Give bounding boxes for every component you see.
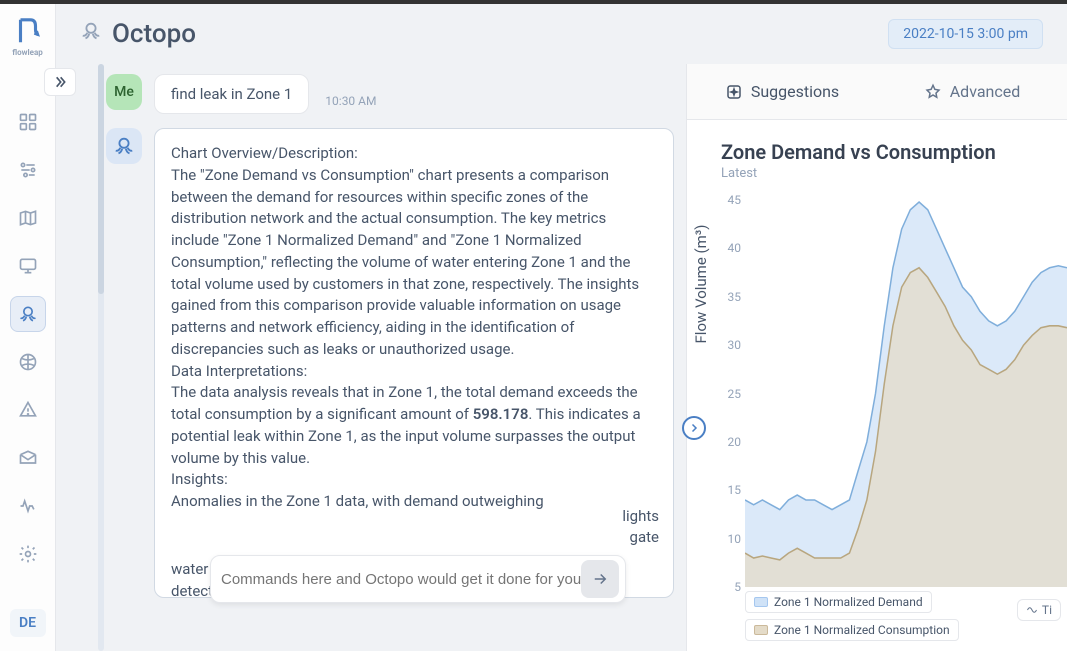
user-message-row: Me find leak in Zone 1 10:30 AM [106, 74, 674, 114]
nav-octopo[interactable] [10, 296, 46, 332]
text-fragment: gate [630, 527, 659, 549]
chart-subtitle: Latest [721, 166, 1053, 181]
right-pane: Suggestions Advanced Zone Demand vs Cons… [686, 64, 1067, 651]
nav-monitor[interactable] [10, 248, 46, 284]
nav-pulse[interactable] [10, 488, 46, 524]
text-fragment: lights [622, 506, 659, 528]
chart-legend: Zone 1 Normalized Demand Zone 1 Normaliz… [745, 591, 967, 641]
star-icon [924, 83, 942, 101]
nav-sliders[interactable] [10, 152, 46, 188]
legend-item[interactable]: Zone 1 Normalized Demand [745, 591, 932, 613]
tab-advanced[interactable]: Advanced [877, 64, 1067, 119]
nav-map[interactable] [10, 200, 46, 236]
tab-bar: Suggestions Advanced [687, 64, 1067, 120]
chart-tool-button[interactable]: Ti [1017, 599, 1061, 621]
legend-item[interactable]: Zone 1 Normalized Consumption [745, 619, 959, 641]
y-tick: 25 [719, 387, 741, 401]
timestamp-badge: 2022-10-15 3:00 pm [888, 19, 1043, 49]
y-tick: 10 [719, 532, 741, 546]
command-input-bar [210, 555, 626, 603]
bot-message-row: Chart Overview/Description: The "Zone De… [106, 128, 674, 598]
pane-expand-button[interactable] [682, 416, 706, 440]
y-tick: 45 [719, 193, 741, 207]
y-axis-label: Flow Volume (m³) [692, 224, 710, 343]
message-time: 10:30 AM [325, 94, 376, 114]
y-tick: 40 [719, 241, 741, 255]
sparkle-icon [725, 83, 743, 101]
wave-icon [1026, 604, 1038, 616]
nav-mail[interactable] [10, 440, 46, 476]
y-tick: 35 [719, 290, 741, 304]
language-toggle[interactable]: DE [10, 609, 46, 637]
nav-leaf[interactable] [10, 344, 46, 380]
chart-plot[interactable]: Flow Volume (m³) 51015202530354045 [745, 200, 1067, 587]
chart-title: Zone Demand vs Consumption [721, 140, 1053, 164]
y-tick: 20 [719, 435, 741, 449]
sidebar-expand-button[interactable] [44, 68, 76, 96]
chat-pane: Me find leak in Zone 1 10:30 AM Chart Ov… [56, 64, 686, 651]
y-tick: 5 [719, 580, 741, 594]
nav-settings[interactable] [10, 536, 46, 572]
octopus-icon [80, 19, 102, 49]
command-input[interactable] [221, 571, 581, 588]
tab-suggestions[interactable]: Suggestions [687, 64, 877, 119]
chart-container: Zone Demand vs Consumption Latest Flow V… [687, 120, 1067, 651]
sidebar: flowleap DE [0, 4, 56, 651]
user-message: find leak in Zone 1 [154, 74, 309, 114]
nav-alert[interactable] [10, 392, 46, 428]
send-button[interactable] [581, 560, 619, 598]
nav-dashboard[interactable] [10, 104, 46, 140]
page-title: Octopo [80, 19, 196, 49]
user-avatar: Me [106, 74, 142, 110]
bot-message: Chart Overview/Description: The "Zone De… [154, 128, 674, 598]
y-tick: 30 [719, 338, 741, 352]
logo-text: flowleap [12, 48, 43, 57]
scroll-thumb[interactable] [98, 64, 104, 294]
page-header: Octopo 2022-10-15 3:00 pm [56, 4, 1067, 64]
app-logo: flowleap [10, 14, 46, 58]
y-tick: 15 [719, 483, 741, 497]
bot-avatar [106, 128, 142, 164]
